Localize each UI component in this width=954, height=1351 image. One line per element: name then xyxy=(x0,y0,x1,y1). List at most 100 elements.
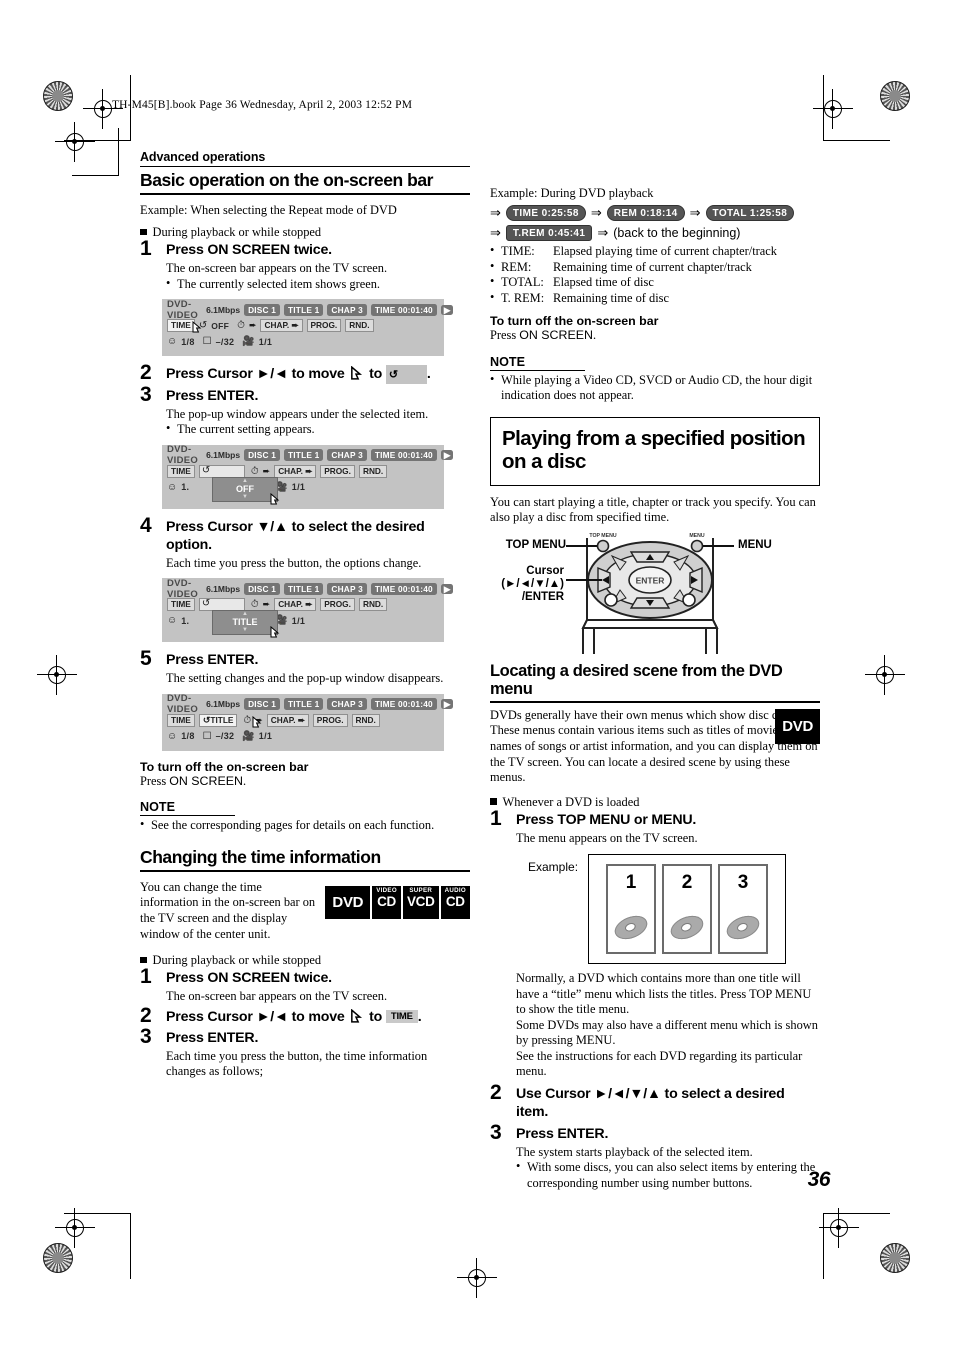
time-chip-total: TOTAL 1:25:58 xyxy=(705,205,795,221)
osb-audio-value: 1. xyxy=(181,615,190,626)
disc-icon xyxy=(611,911,651,944)
dvd-step-3-sub: The system starts playback of the select… xyxy=(516,1144,753,1159)
osb-repeat-title-button[interactable]: ↺TITLE xyxy=(198,713,238,727)
time-chain-row-1: ⇒ TIME 0:25:58 ⇒ REM 0:18:14 ⇒ TOTAL 1:2… xyxy=(490,205,820,221)
osb-chapter-button[interactable]: CHAP. ➨ xyxy=(274,464,317,478)
osb-chapter-button[interactable]: CHAP. ➨ xyxy=(266,713,309,727)
turn-off-body: Press ON SCREEN. xyxy=(490,328,820,344)
osb-chapter-button[interactable]: CHAP. ➨ xyxy=(274,598,317,612)
disc-card-number: 3 xyxy=(737,872,749,894)
time-step-2-post: . xyxy=(417,1008,422,1025)
osb-popup-window[interactable]: ▲ OFF ▼ xyxy=(212,476,278,502)
osb-program-button[interactable]: PROG. xyxy=(320,464,355,478)
step-4-sub: Each time you press the button, the opti… xyxy=(166,555,422,570)
badge-dvd: DVD xyxy=(325,885,371,919)
clock-icon: ⏱ xyxy=(250,465,259,477)
pointer-cursor-icon xyxy=(252,715,262,728)
osb-time-button[interactable]: TIME xyxy=(167,319,195,333)
osb-chip-disc: DISC 1 xyxy=(244,698,281,711)
osb-disc-type: DVD-VIDEO xyxy=(167,577,199,600)
osb-bitrate: 6.1Mbps xyxy=(206,699,241,710)
time-def-term: T. REM: xyxy=(501,290,545,305)
osb-random-button[interactable]: RND. xyxy=(345,319,374,333)
osb-random-button[interactable]: RND. xyxy=(358,598,388,612)
registration-mark-bl xyxy=(55,1208,95,1248)
badge-main: CD xyxy=(377,894,397,910)
osb-program-button[interactable]: PROG. xyxy=(320,598,355,612)
osb-time-button[interactable]: TIME xyxy=(167,464,195,478)
step-title: Press Cursor ►/◄ to move to ↺. xyxy=(166,365,431,384)
condition-line: During playback or while stopped xyxy=(140,225,470,240)
time-def-term: REM: xyxy=(501,259,532,274)
osb-chip-time: TIME 00:01:40 xyxy=(370,303,437,316)
popup-down-arrow-icon[interactable]: ▼ xyxy=(213,494,277,500)
step-number: 1 xyxy=(140,965,152,989)
osb-time-button[interactable]: TIME xyxy=(167,598,195,612)
osb-program-button[interactable]: PROG. xyxy=(306,319,342,333)
section-label: Advanced operations xyxy=(140,150,266,164)
osb-chip-title: TITLE 1 xyxy=(284,698,324,711)
osb-random-button[interactable]: RND. xyxy=(358,464,388,478)
svg-text:ENTER: ENTER xyxy=(636,575,665,585)
osb-disc-type: DVD-VIDEO xyxy=(167,298,199,321)
crop-line xyxy=(823,75,824,141)
print-star-mark-top-left xyxy=(43,81,73,111)
time-step-2-mid: to xyxy=(369,1008,383,1025)
osb-row-bottom: ☺ 1/8 ☐ –/32 🎥 1/1 xyxy=(167,730,439,743)
osb-popup-window[interactable]: ▲ TITLE ▼ xyxy=(212,610,278,636)
osb-audio-value: 1/8 xyxy=(181,731,195,742)
audio-icon: ☺ xyxy=(167,481,178,493)
audio-icon: ☺ xyxy=(167,615,178,627)
step-2-title-mid: to xyxy=(369,366,383,383)
time-chip-rem: REM 0:18:14 xyxy=(606,205,685,221)
remote-control-diagram: ENTER TOP MENU MENU TOP MENU MENU Cursor… xyxy=(490,532,810,654)
registration-mark-bottom-center xyxy=(457,1258,497,1298)
osb-chip-chapter: CHAP 3 xyxy=(327,582,367,595)
audio-icon: ☺ xyxy=(167,730,178,742)
time-def-term: TOTAL: xyxy=(501,275,544,289)
osb-program-button[interactable]: PROG. xyxy=(312,713,348,727)
step-3: 3 Press ENTER. xyxy=(140,384,470,405)
title-rule xyxy=(140,193,470,196)
right-column: Example: During DVD playback ⇒ TIME 0:25… xyxy=(490,150,820,1191)
osb-chapter-button[interactable]: CHAP. ➨ xyxy=(260,319,303,333)
time-chip-time: TIME 0:25:58 xyxy=(505,205,586,221)
osb-chip-chapter: CHAP 3 xyxy=(327,449,367,462)
arrow-icon: ⇒ xyxy=(490,225,501,240)
dvd-condition-text: Whenever a DVD is loaded xyxy=(502,794,640,809)
dvd-menu-body: DVDs generally have their own menus whic… xyxy=(490,707,818,785)
on-screen-bar-4: DVD-VIDEO 6.1Mbps DISC 1 TITLE 1 CHAP 3 … xyxy=(162,693,454,751)
on-screen-bar-3: DVD-VIDEO 6.1Mbps DISC 1 TITLE 1 CHAP 3 … xyxy=(162,577,454,643)
disc-card: 1 xyxy=(606,864,657,955)
top-menu-label: TOP MENU xyxy=(505,538,566,551)
print-star-mark-top-right xyxy=(880,81,910,111)
popup-down-arrow-icon[interactable]: ▼ xyxy=(213,627,277,633)
subtitle-icon: ☐ xyxy=(202,336,212,348)
osb-chip-disc: DISC 1 xyxy=(244,582,281,595)
osb-angle-value: 1/1 xyxy=(291,482,306,493)
osb-chapter-label: CHAP. xyxy=(278,465,303,476)
osb-time-button[interactable]: TIME xyxy=(167,713,195,727)
turn-off-heading: To turn off the on-screen bar xyxy=(490,314,659,328)
badge-super-vcd: SUPER VCD xyxy=(402,885,439,919)
turn-off-body: Press ON SCREEN. xyxy=(140,774,470,790)
time-step-1: 1 Press ON SCREEN twice. xyxy=(140,965,470,989)
repeat-target-chip: ↺ xyxy=(385,365,427,384)
osb-chip-time: TIME 00:01:40 xyxy=(370,449,437,462)
time-condition-line: During playback or while stopped xyxy=(140,953,470,968)
repeat-icon: ↺ xyxy=(388,369,398,382)
step-1-sub: The on-screen bar appears on the TV scre… xyxy=(166,261,388,276)
step-number: 5 xyxy=(140,647,152,671)
turn-off-heading: To turn off the on-screen bar xyxy=(140,759,309,774)
crop-line xyxy=(824,140,890,141)
step-5-sub: The setting changes and the pop-up windo… xyxy=(166,671,444,686)
step-title: Press TOP MENU or MENU. xyxy=(516,811,697,828)
osb-random-button[interactable]: RND. xyxy=(351,713,380,727)
osb-play-arrow-icon: ▶ xyxy=(440,583,454,594)
osb-play-arrow-icon: ▶ xyxy=(440,450,454,461)
time-def-item: TOTAL: Elapsed time of disc xyxy=(490,274,820,291)
time-def-desc: Remaining time of disc xyxy=(553,290,669,305)
example-line: Example: When selecting the Repeat mode … xyxy=(140,203,397,218)
registration-mark-tl2 xyxy=(55,122,95,162)
time-chain-row-2: ⇒ T.REM 0:45:41 ⇒ (back to the beginning… xyxy=(490,225,820,241)
